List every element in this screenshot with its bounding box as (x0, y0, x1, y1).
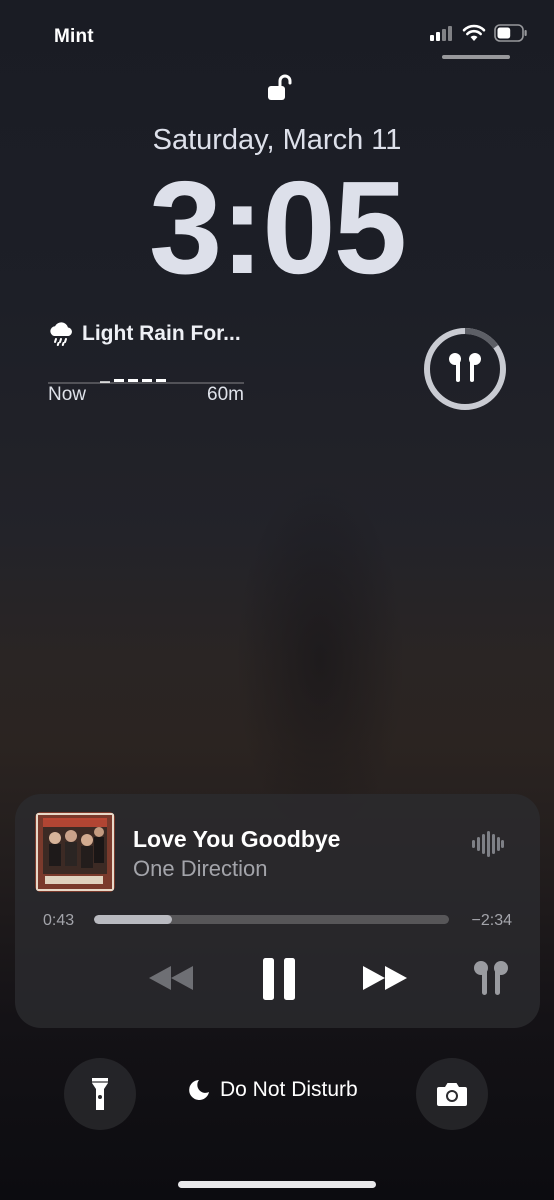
lock-screen-date: Saturday, March 11 (152, 124, 402, 156)
do-not-disturb-label: Do Not Disturb (220, 1078, 358, 1101)
pause-button[interactable] (257, 954, 301, 1004)
song-title: Love You Goodbye (133, 826, 341, 852)
remaining-time: −2:34 (471, 912, 512, 929)
moon-icon (189, 1080, 209, 1100)
fast-forward-button[interactable] (359, 960, 411, 996)
weather-end-label: 60m (207, 384, 244, 405)
weather-title: Light Rain For... (82, 322, 241, 345)
pause-icon (263, 958, 295, 1000)
home-indicator[interactable] (178, 1181, 376, 1188)
battery-icon (494, 24, 527, 42)
fast-forward-icon (363, 966, 407, 990)
airpods-icon (474, 961, 508, 995)
unlocked-padlock-icon (268, 74, 292, 100)
flashlight-button[interactable] (64, 1058, 136, 1130)
waveform-icon (472, 831, 504, 857)
playback-scrubber[interactable] (94, 915, 449, 924)
rain-cloud-icon (50, 322, 72, 346)
signal-bars-icon (430, 26, 452, 41)
status-icons (430, 24, 528, 42)
precipitation-chart (48, 379, 244, 384)
elapsed-time: 0:43 (43, 912, 75, 929)
rewind-icon (149, 966, 193, 990)
album-art[interactable] (35, 812, 115, 892)
audio-output-button[interactable] (471, 958, 511, 1000)
wifi-icon (462, 24, 486, 41)
rewind-button[interactable] (145, 960, 197, 996)
do-not-disturb-indicator[interactable]: Do Not Disturb (188, 1078, 358, 1102)
flashlight-icon (92, 1078, 108, 1110)
weather-start-label: Now (48, 384, 87, 405)
playback-progress-fill (94, 915, 173, 924)
song-artist: One Direction (133, 856, 268, 881)
weather-widget[interactable]: Light Rain For... Now 60m (48, 322, 248, 412)
carrier-name: Mint (54, 26, 94, 47)
now-playing-widget[interactable]: Love You Goodbye One Direction 0:43 −2:3… (15, 794, 540, 1028)
lock-screen-time: 3:05 (148, 154, 407, 301)
airpods-battery-widget[interactable] (422, 326, 508, 412)
airpods-icon (449, 353, 481, 382)
control-center-indicator[interactable] (442, 55, 510, 59)
status-bar: Mint (0, 0, 554, 70)
camera-icon (437, 1083, 467, 1106)
camera-button[interactable] (416, 1058, 488, 1130)
